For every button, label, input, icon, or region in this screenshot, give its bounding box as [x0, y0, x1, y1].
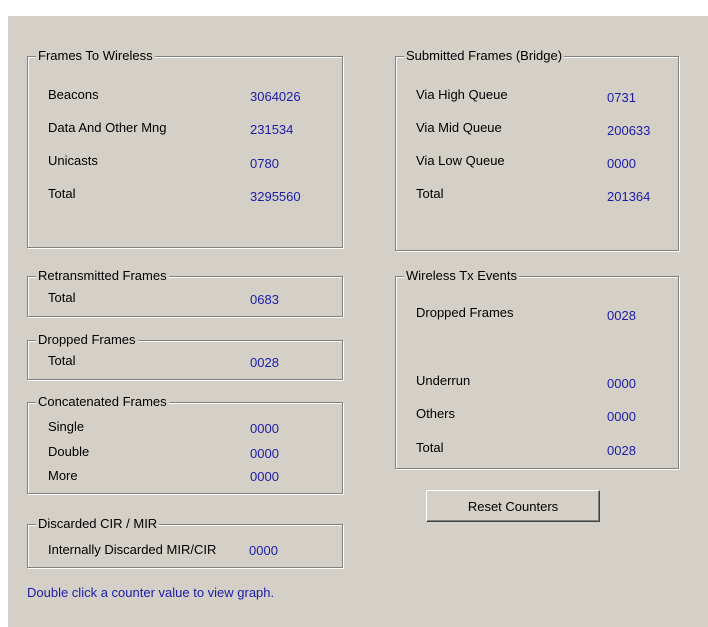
- discarded-cir-mir-title: Discarded CIR / MIR: [36, 516, 160, 532]
- retransmitted-frames-title: Retransmitted Frames: [36, 268, 169, 284]
- beacons-value[interactable]: 3064026: [250, 89, 301, 105]
- via-high-queue-value[interactable]: 0731: [607, 90, 636, 106]
- internally-discarded-value[interactable]: 0000: [249, 543, 278, 559]
- underrun-label: Underrun: [416, 373, 471, 388]
- via-low-queue-value[interactable]: 0000: [607, 156, 636, 172]
- others-label: Others: [416, 406, 456, 421]
- frames-to-wireless-group: Frames To Wireless: [27, 48, 343, 248]
- wireless-total-label: Total: [416, 440, 444, 455]
- others-value[interactable]: 0000: [607, 409, 636, 425]
- retransmitted-total-value[interactable]: 0683: [250, 292, 279, 308]
- more-value[interactable]: 0000: [250, 469, 279, 485]
- double-value[interactable]: 0000: [250, 446, 279, 462]
- via-high-queue-label: Via High Queue: [416, 87, 508, 102]
- unicasts-label: Unicasts: [48, 153, 98, 168]
- submitted-frames-title: Submitted Frames (Bridge): [404, 48, 565, 64]
- dropped-total-label: Total: [48, 353, 76, 368]
- data-and-other-mng-value[interactable]: 231534: [250, 122, 293, 138]
- via-mid-queue-value[interactable]: 200633: [607, 123, 650, 139]
- wireless-total-value[interactable]: 0028: [607, 443, 636, 459]
- dropped-total-value[interactable]: 0028: [250, 355, 279, 371]
- frames-to-wireless-title: Frames To Wireless: [36, 48, 155, 64]
- single-label: Single: [48, 419, 85, 434]
- frames-to-wireless-total-label: Total: [48, 186, 76, 201]
- double-label: Double: [48, 444, 90, 459]
- retransmitted-total-label: Total: [48, 290, 76, 305]
- dropped-frames-title: Dropped Frames: [36, 332, 138, 348]
- wireless-tx-events-title: Wireless Tx Events: [404, 268, 520, 284]
- single-value[interactable]: 0000: [250, 421, 279, 437]
- underrun-value[interactable]: 0000: [607, 376, 636, 392]
- beacons-label: Beacons: [48, 87, 99, 102]
- concatenated-frames-title: Concatenated Frames: [36, 394, 169, 410]
- unicasts-value[interactable]: 0780: [250, 156, 279, 172]
- graph-hint-text: Double click a counter value to view gra…: [27, 585, 275, 600]
- via-mid-queue-label: Via Mid Queue: [416, 120, 502, 135]
- frames-to-wireless-total-value[interactable]: 3295560: [250, 189, 301, 205]
- data-and-other-mng-label: Data And Other Mng: [48, 120, 167, 135]
- submitted-total-label: Total: [416, 186, 444, 201]
- wireless-dropped-frames-value[interactable]: 0028: [607, 308, 636, 324]
- internally-discarded-label: Internally Discarded MIR/CIR: [48, 542, 217, 557]
- via-low-queue-label: Via Low Queue: [416, 153, 505, 168]
- submitted-total-value[interactable]: 201364: [607, 189, 650, 205]
- wireless-dropped-frames-label: Dropped Frames: [416, 305, 514, 320]
- reset-counters-button[interactable]: Reset Counters: [426, 490, 600, 522]
- more-label: More: [48, 468, 78, 483]
